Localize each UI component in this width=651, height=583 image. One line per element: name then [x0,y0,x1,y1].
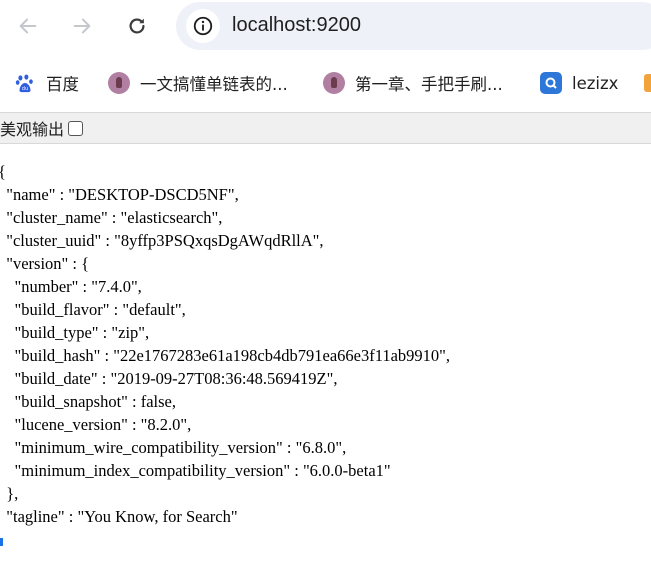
json-line: "cluster_uuid" : "8yffp3PSQxqsDgAWqdRllA… [0,231,324,250]
site-info-button[interactable] [186,9,220,43]
back-button[interactable] [10,8,46,44]
json-line: "lucene_version" : "8.2.0", [0,415,192,434]
bookmark-label: lezizx [572,73,619,93]
browser-toolbar: localhost:9200 [0,0,651,52]
json-line: "tagline" : "You Know, for Search" [0,507,238,526]
json-line: "minimum_index_compatibility_version" : … [0,461,391,480]
bookmark-label: 百度 [46,75,79,94]
json-line: "build_date" : "2019-09-27T08:36:48.5694… [0,369,338,388]
bookmark-overflow[interactable] [640,68,651,98]
lezizx-favicon-icon [540,72,562,94]
json-line: "minimum_wire_compatibility_version" : "… [0,438,347,457]
bookmark-chapter-one[interactable]: 第一章、手把手刷... [323,68,503,98]
reload-button[interactable] [119,8,155,44]
bookmark-linked-list-article[interactable]: 一文搞懂单链表的... [108,68,288,98]
bookmark-baidu[interactable]: du 百度 [14,68,79,98]
json-line: "number" : "7.4.0", [0,277,142,296]
forward-button[interactable] [64,8,100,44]
json-line: "version" : { [0,254,90,273]
site-favicon-icon [323,72,345,94]
arrow-right-icon [73,18,91,34]
info-icon [193,16,213,36]
site-favicon-icon [108,72,130,94]
json-line: "cluster_name" : "elasticsearch", [0,208,223,227]
json-line: { [0,162,6,181]
baidu-paw-icon: du [14,72,36,94]
json-line: "build_flavor" : "default", [0,300,186,319]
json-response: { "name" : "DESKTOP-DSCD5NF", "cluster_n… [0,160,450,528]
arrow-left-icon [19,18,37,34]
url-text[interactable]: localhost:9200 [232,14,361,37]
bookmark-lezizx[interactable]: lezizx [540,68,618,98]
bookmark-label: 第一章、手把手刷... [355,75,503,94]
json-line: "build_hash" : "22e1767283e61a198cb4db79… [0,346,451,365]
pretty-print-checkbox[interactable] [68,120,84,136]
site-favicon-icon [640,72,651,94]
reload-icon [129,18,145,34]
bookmarks-bar: du 百度 一文搞懂单链表的... 第一章、手把手刷... lezizx [0,60,651,106]
bookmark-label: 一文搞懂单链表的... [140,75,288,94]
pretty-print-bar: 美观输出 [0,112,651,144]
json-line: "name" : "DESKTOP-DSCD5NF", [0,185,239,204]
address-bar[interactable]: localhost:9200 [176,2,651,50]
json-line: "build_snapshot" : false, [0,392,177,411]
pretty-print-label: 美观输出 [0,120,65,139]
json-line: "build_type" : "zip", [0,323,150,342]
json-line: }, [0,484,19,503]
scroll-marker [0,538,3,546]
svg-text:du: du [22,86,28,92]
